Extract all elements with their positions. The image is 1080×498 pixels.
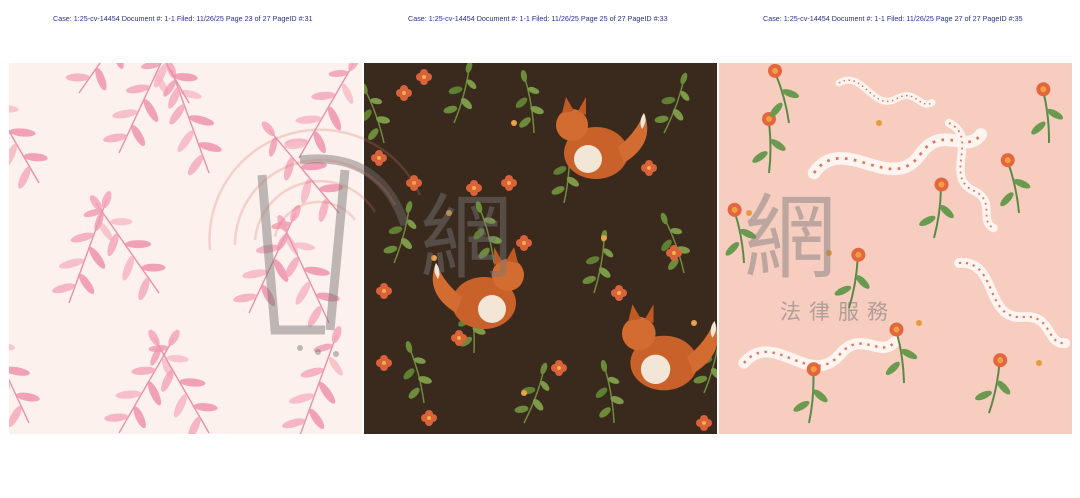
page-header-2: Case: 1:25-cv-14454 Document #: 1-1 File… — [408, 14, 668, 23]
snakes-and-flowers-icon — [719, 63, 1072, 434]
fox-and-foliage-icon — [364, 63, 717, 434]
pattern-panel-snakes — [719, 63, 1072, 434]
pattern-panel-foxes — [364, 63, 717, 434]
page-header-1: Case: 1:25-cv-14454 Document #: 1-1 File… — [53, 14, 313, 23]
pink-watercolor-leaves-icon — [9, 63, 362, 434]
page-header-3: Case: 1:25-cv-14454 Document #: 1-1 File… — [763, 14, 1023, 23]
pattern-panel-leaves — [9, 63, 362, 434]
